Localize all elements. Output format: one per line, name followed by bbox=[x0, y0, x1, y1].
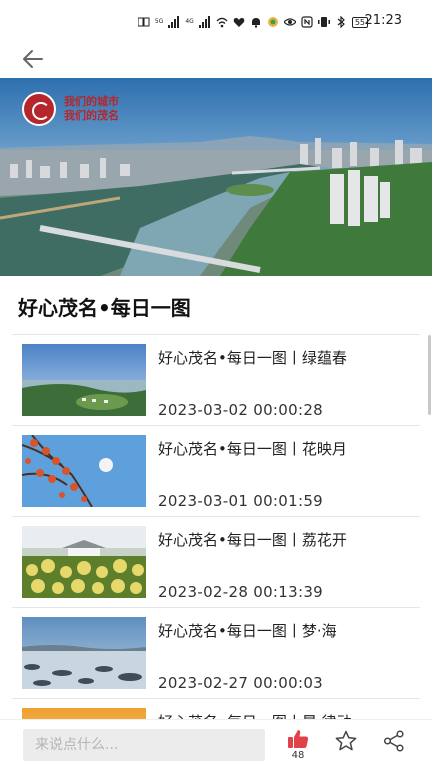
hd-signal-icon bbox=[137, 16, 150, 28]
signal-icon bbox=[198, 16, 211, 28]
comment-input[interactable] bbox=[23, 729, 265, 761]
city-logo: 我们的城市 我们的茂名 bbox=[22, 92, 119, 126]
nfc-icon bbox=[301, 16, 313, 28]
article-thumbnail bbox=[22, 526, 146, 598]
bell-icon bbox=[250, 16, 262, 28]
page-title: 好心茂名•每日一图 bbox=[18, 296, 191, 320]
status-bar: 5G 4G 55 21:23 bbox=[0, 0, 432, 40]
like-button[interactable]: 48 bbox=[286, 729, 310, 765]
logo-slogan-line1: 我们的城市 bbox=[64, 95, 119, 108]
article-thumbnail bbox=[22, 344, 146, 416]
status-time: 21:23 bbox=[364, 13, 402, 28]
signal-icon bbox=[168, 16, 180, 28]
thumbs-up-icon bbox=[288, 730, 309, 748]
eye-icon bbox=[283, 16, 296, 28]
article-date: 2023-02-27 00:00:03 bbox=[158, 674, 324, 692]
scrollbar[interactable] bbox=[428, 335, 431, 415]
wifi-icon bbox=[216, 16, 228, 28]
article-thumbnail bbox=[22, 435, 146, 507]
share-button[interactable] bbox=[383, 730, 405, 752]
article-item[interactable]: 好心茂名•每日一图丨绿蕴春 2023-03-02 00:00:28 bbox=[12, 334, 420, 425]
article-thumbnail bbox=[22, 617, 146, 689]
article-list: 好心茂名•每日一图丨绿蕴春 2023-03-02 00:00:28 好心茂名•每… bbox=[12, 334, 420, 768]
article-item[interactable]: 好心茂名•每日一图丨梦·海 2023-02-27 00:00:03 bbox=[12, 607, 420, 698]
star-icon bbox=[335, 730, 357, 751]
article-title: 好心茂名•每日一图丨梦·海 bbox=[158, 622, 337, 640]
article-date: 2023-02-28 00:13:39 bbox=[158, 583, 324, 601]
banner-image: 我们的城市 我们的茂名 bbox=[0, 78, 432, 276]
status-icons: 5G 4G 55 bbox=[137, 14, 368, 30]
article-item[interactable]: 好心茂名•每日一图丨荔花开 2023-02-28 00:13:39 bbox=[12, 516, 420, 607]
app-bar bbox=[0, 40, 432, 78]
article-title: 好心茂名•每日一图丨花映月 bbox=[158, 440, 347, 458]
heart-icon bbox=[233, 16, 245, 28]
article-date: 2023-03-01 00:01:59 bbox=[158, 492, 324, 510]
article-title: 好心茂名•每日一图丨荔花开 bbox=[158, 531, 347, 549]
back-arrow-icon bbox=[23, 50, 43, 68]
like-count: 48 bbox=[291, 750, 305, 761]
network-type-2: 4G bbox=[185, 18, 194, 25]
app-icon bbox=[267, 16, 279, 28]
vibrate-icon bbox=[317, 16, 330, 28]
bluetooth-icon bbox=[335, 16, 347, 28]
network-type-1: 5G bbox=[154, 18, 164, 25]
share-icon bbox=[383, 730, 404, 752]
back-button[interactable] bbox=[20, 46, 46, 72]
bottom-action-bar: 48 bbox=[0, 719, 432, 768]
article-date: 2023-03-02 00:00:28 bbox=[158, 401, 324, 419]
logo-slogan: 我们的城市 我们的茂名 bbox=[64, 95, 119, 123]
city-emblem-icon bbox=[22, 92, 56, 126]
logo-slogan-line2: 我们的茂名 bbox=[64, 109, 119, 122]
article-item[interactable]: 好心茂名•每日一图丨花映月 2023-03-01 00:01:59 bbox=[12, 425, 420, 516]
article-title: 好心茂名•每日一图丨绿蕴春 bbox=[158, 349, 347, 367]
favorite-button[interactable] bbox=[335, 730, 357, 752]
